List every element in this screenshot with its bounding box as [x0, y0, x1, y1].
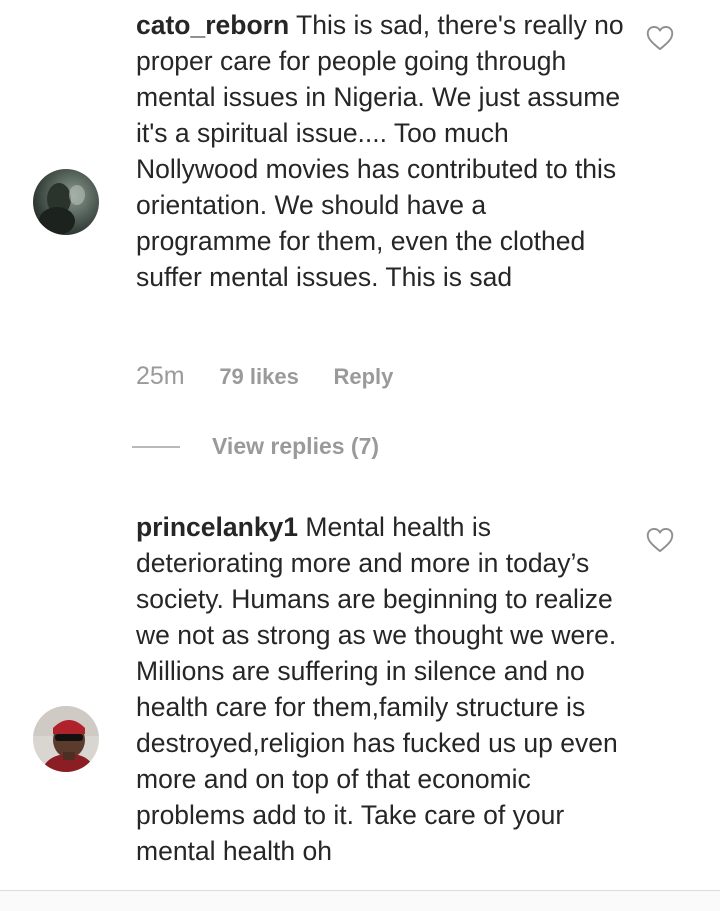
heart-outline-icon[interactable] — [646, 527, 674, 553]
bottom-divider — [0, 890, 720, 911]
comment-username[interactable]: princelanky1 — [136, 512, 298, 542]
avatar[interactable] — [33, 706, 99, 772]
heart-outline-icon[interactable] — [646, 25, 674, 51]
comment-item: princelanky1 Mental health is deteriorat… — [0, 500, 720, 890]
reply-button[interactable]: Reply — [334, 364, 394, 389]
comment-time: 25m — [136, 362, 185, 390]
comment-username[interactable]: cato_reborn — [136, 10, 289, 40]
comment-item: cato_reborn This is sad, there's really … — [0, 0, 720, 480]
comment-text: princelanky1 Mental health is deteriorat… — [136, 509, 626, 869]
view-replies-label: View replies (7) — [212, 433, 380, 459]
comment-body: This is sad, there's really no proper ca… — [136, 10, 624, 292]
avatar[interactable] — [33, 169, 99, 235]
comment-text: cato_reborn This is sad, there's really … — [136, 7, 626, 295]
comment-meta: 25m 79 likes Reply — [136, 362, 393, 391]
view-replies-button[interactable]: View replies (7) — [132, 433, 379, 460]
replies-divider — [132, 445, 180, 448]
comment-likes[interactable]: 79 likes — [219, 364, 299, 389]
comment-body: Mental health is deteriorating more and … — [136, 512, 618, 866]
